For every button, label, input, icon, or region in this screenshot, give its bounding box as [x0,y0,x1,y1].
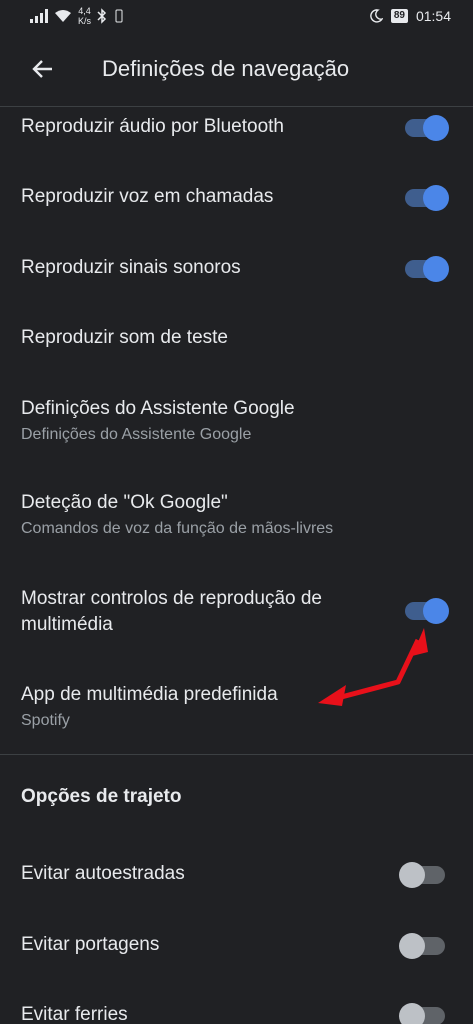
avoid-ferries-toggle[interactable] [399,1003,445,1024]
setting-title: Reproduzir voz em chamadas [21,186,274,207]
sound-signals-toggle[interactable] [405,256,449,282]
setting-ok-google[interactable]: Deteção de "Ok Google" Comandos de voz d… [0,482,473,552]
setting-avoid-ferries[interactable]: Evitar ferries [0,994,473,1024]
setting-avoid-tolls[interactable]: Evitar portagens [0,924,473,980]
setting-default-media-app[interactable]: App de multimédia predefinida Spotify [0,674,473,744]
setting-title: Reproduzir som de teste [21,327,228,348]
setting-title: Evitar ferries [21,1004,128,1024]
toggle-knob [423,256,449,282]
status-left: 4,4 K/s [30,6,125,26]
voice-calls-toggle[interactable] [405,185,449,211]
setting-sound-signals[interactable]: Reproduzir sinais sonoros [0,247,473,303]
setting-subtitle: Comandos de voz da função de mãos-livres [21,520,334,537]
toggle-knob [399,933,425,959]
setting-avoid-highways[interactable]: Evitar autoestradas [0,853,473,909]
media-controls-toggle[interactable] [405,598,449,624]
setting-media-controls[interactable]: Mostrar controlos de reprodução de multi… [0,578,473,642]
setting-title-line1: Mostrar controlos de reprodução de [21,588,322,609]
toggle-knob [423,598,449,624]
vibrate-icon [115,9,123,23]
speed-value: 4,4 [78,6,91,16]
setting-title: Reproduzir sinais sonoros [21,257,241,278]
page-title: Definições de navegação [102,56,350,81]
toggle-knob [423,115,449,141]
avoid-tolls-toggle[interactable] [399,933,445,959]
setting-title: Reproduzir áudio por Bluetooth [21,116,285,137]
toggle-knob [423,185,449,211]
toggle-knob [399,1003,425,1024]
status-bar: 4,4 K/s 89 01:54 [0,0,473,34]
setting-title: App de multimédia predefinida [21,684,278,705]
setting-title: Evitar autoestradas [21,863,185,884]
setting-title: Evitar portagens [21,934,160,955]
setting-google-assistant[interactable]: Definições do Assistente Google Definiçõ… [0,388,473,458]
bluetooth-audio-toggle[interactable] [405,115,449,141]
speed-unit: K/s [78,16,92,26]
arrow-back-icon [32,60,52,78]
setting-subtitle: Spotify [21,712,70,729]
setting-bluetooth-audio[interactable]: Reproduzir áudio por Bluetooth [0,106,473,162]
setting-subtitle: Definições do Assistente Google [21,426,252,443]
network-speed: 4,4 K/s [78,6,91,26]
setting-test-sound[interactable]: Reproduzir som de teste [0,317,473,373]
status-right: 89 01:54 [369,8,451,24]
setting-voice-in-calls[interactable]: Reproduzir voz em chamadas [0,176,473,232]
setting-title: Deteção de "Ok Google" [21,492,228,513]
setting-title: Definições do Assistente Google [21,398,295,419]
avoid-highways-toggle[interactable] [399,862,445,888]
app-bar: Definições de navegação [0,34,473,107]
moon-icon [370,9,383,23]
clock: 01:54 [415,8,451,24]
back-button[interactable] [30,56,56,82]
section-heading-route-options: Opções de trajeto [21,786,182,807]
toggle-knob [399,862,425,888]
setting-title-line2: multimédia [21,614,113,635]
section-divider [0,754,473,755]
bluetooth-icon [97,8,107,24]
battery-indicator: 89 [390,9,408,23]
signal-icon [30,9,48,23]
wifi-icon [55,10,71,22]
